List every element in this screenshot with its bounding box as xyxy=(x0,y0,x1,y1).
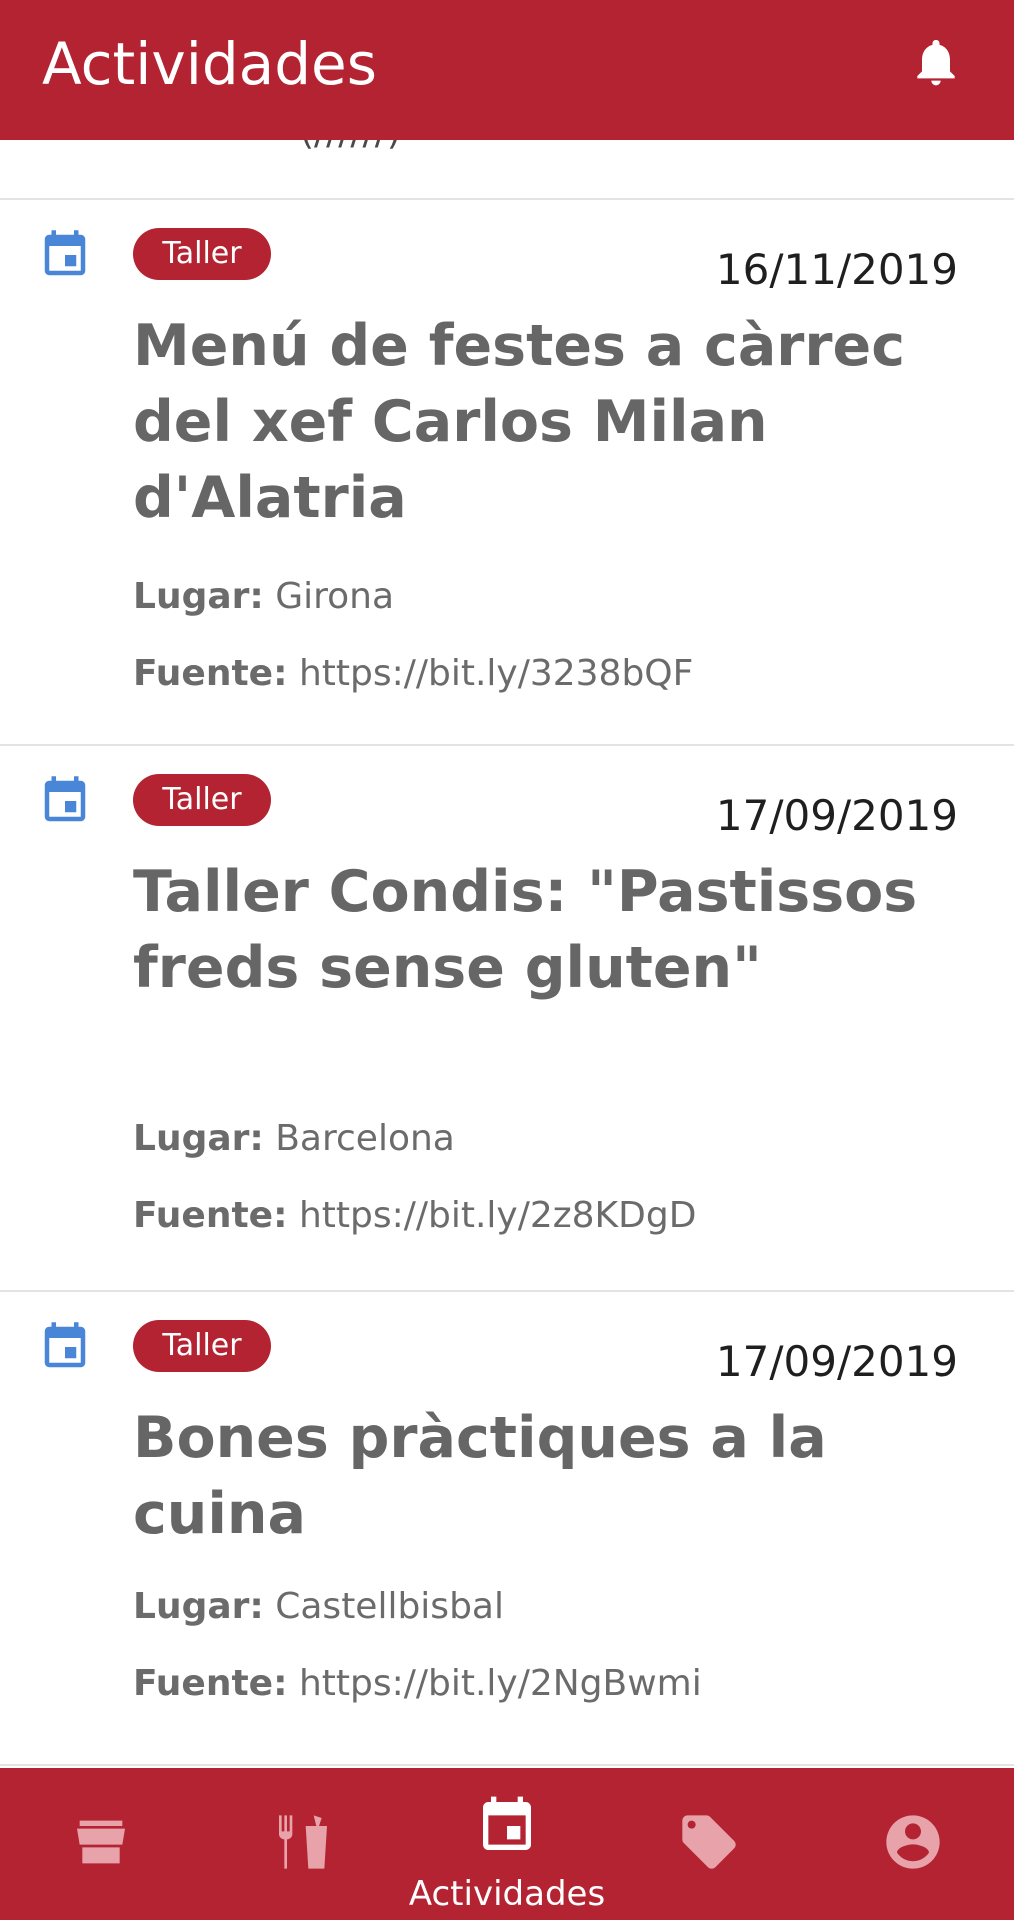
activity-place: Lugar: Girona xyxy=(133,575,394,619)
activity-card[interactable]: Taller 17/09/2019 Bones pràctiques a la … xyxy=(0,1292,1014,1766)
source-link[interactable]: https://bit.ly/2z8KDgD xyxy=(299,1195,697,1236)
source-label: Fuente: xyxy=(133,653,288,694)
bell-icon[interactable] xyxy=(908,30,964,94)
place-label: Lugar: xyxy=(133,576,264,617)
source-label: Fuente: xyxy=(133,1195,288,1236)
activity-list[interactable]: (//////) Taller 16/11/2019 Menú de feste… xyxy=(0,140,1014,1768)
calendar-icon xyxy=(44,230,86,276)
calendar-icon xyxy=(44,1322,86,1368)
restaurant-icon xyxy=(279,1815,327,1869)
bottom-navigation: Actividades xyxy=(0,1768,1014,1920)
app-bar: Actividades xyxy=(0,0,1014,140)
nav-item-store[interactable] xyxy=(0,1768,202,1920)
category-badge: Taller xyxy=(133,774,271,826)
tag-icon xyxy=(682,1815,736,1869)
category-badge: Taller xyxy=(133,1320,271,1372)
activity-source[interactable]: Fuente: https://bit.ly/2NgBwmi xyxy=(133,1662,702,1706)
list-item-partial: (//////) xyxy=(0,140,1014,200)
activity-title: Menú de festes a càrrec del xef Carlos M… xyxy=(133,313,905,531)
nav-item-food[interactable] xyxy=(202,1768,404,1920)
store-icon xyxy=(77,1820,125,1864)
calendar-icon xyxy=(44,776,86,822)
nav-item-activities[interactable]: Actividades xyxy=(406,1768,608,1920)
calendar-icon xyxy=(483,1796,531,1850)
activity-date: 17/09/2019 xyxy=(715,791,958,840)
place-label: Lugar: xyxy=(133,1586,264,1627)
activity-date: 16/11/2019 xyxy=(715,245,958,294)
place-value: Barcelona xyxy=(275,1118,455,1159)
source-link[interactable]: https://bit.ly/2NgBwmi xyxy=(299,1663,702,1704)
nav-item-offers[interactable] xyxy=(608,1768,810,1920)
nav-item-profile[interactable] xyxy=(812,1768,1014,1920)
nav-label-activities: Actividades xyxy=(408,1874,606,1914)
activity-title: Bones pràctiques a la cuina xyxy=(133,1405,827,1547)
place-value: Girona xyxy=(275,576,395,617)
activity-place: Lugar: Castellbisbal xyxy=(133,1585,504,1629)
activity-card[interactable]: Taller 17/09/2019 Taller Condis: "Pastis… xyxy=(0,746,1014,1292)
activity-place: Lugar: Barcelona xyxy=(133,1117,455,1161)
place-value: Castellbisbal xyxy=(275,1586,504,1627)
activity-date: 17/09/2019 xyxy=(715,1337,958,1386)
source-label: Fuente: xyxy=(133,1663,288,1704)
activity-source[interactable]: Fuente: https://bit.ly/2z8KDgD xyxy=(133,1194,696,1238)
category-badge: Taller xyxy=(133,228,271,280)
place-label: Lugar: xyxy=(133,1118,264,1159)
activity-title: Taller Condis: "Pastissos freds sense gl… xyxy=(133,859,918,1001)
activity-card[interactable]: Taller 16/11/2019 Menú de festes a càrre… xyxy=(0,200,1014,746)
page-title: Actividades xyxy=(42,30,377,98)
activity-source[interactable]: Fuente: https://bit.ly/3238bQF xyxy=(133,652,693,696)
source-link[interactable]: https://bit.ly/3238bQF xyxy=(299,653,693,694)
account-icon xyxy=(886,1815,940,1869)
